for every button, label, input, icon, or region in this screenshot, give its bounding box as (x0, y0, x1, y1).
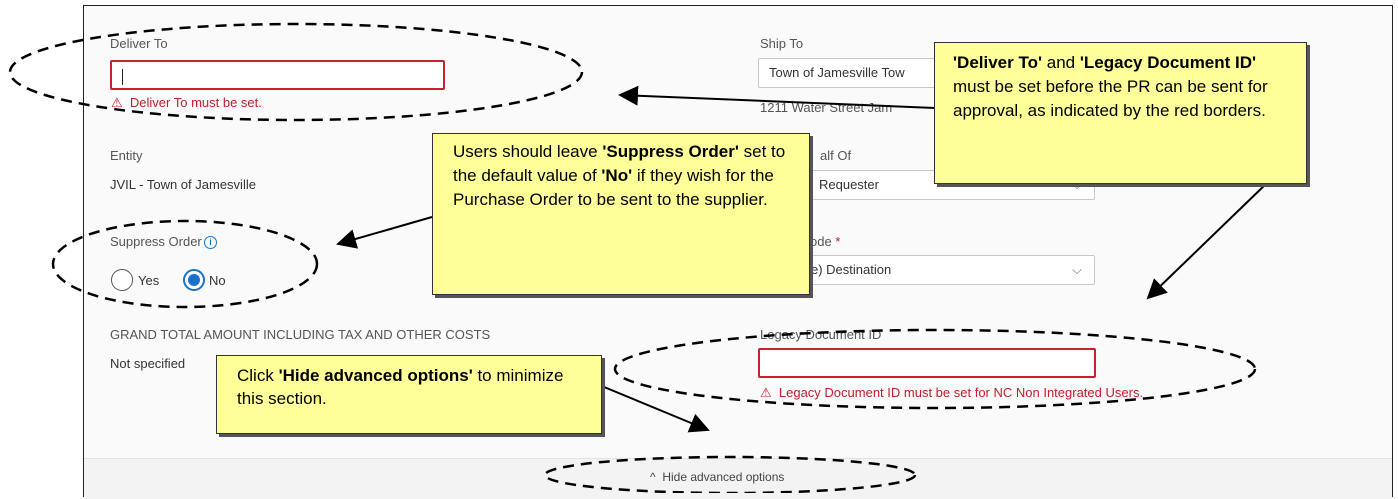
suppress-order-highlight-ellipse (51, 219, 319, 309)
legacy-id-highlight-ellipse (613, 328, 1257, 410)
arrow-to-hide-advanced (591, 381, 710, 433)
suppress-order-callout: Users should leave 'Suppress Order' set … (432, 133, 810, 295)
arrow-to-suppress-order (336, 216, 433, 249)
hide-advanced-callout: Click 'Hide advanced options' to minimiz… (216, 355, 602, 434)
deliver-to-highlight-ellipse (8, 22, 584, 122)
arrow-to-legacy-id (1146, 182, 1268, 300)
arrow-to-deliver-to (618, 85, 936, 109)
hide-advanced-highlight-ellipse (543, 455, 917, 493)
deliver-legacy-callout: 'Deliver To' and 'Legacy Document ID' mu… (934, 42, 1307, 184)
